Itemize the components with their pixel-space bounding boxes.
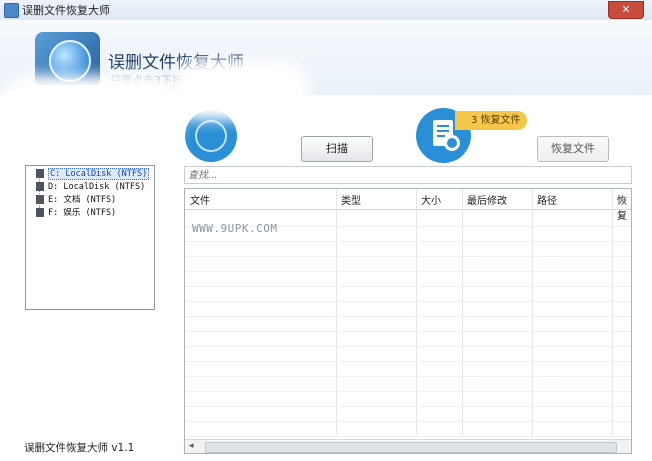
title-bar: 误删文件恢复大师 ✕ <box>0 0 652 21</box>
table-row-divider <box>185 241 631 242</box>
radar-icon <box>195 120 227 152</box>
column-header-recover[interactable]: 恢复 <box>617 192 631 222</box>
table-row-divider <box>185 331 631 332</box>
recover-button[interactable]: 恢复文件 <box>537 136 609 162</box>
table-row-divider <box>185 316 631 317</box>
drive-label: F: 娱乐 (NTFS) <box>48 208 117 218</box>
globe-icon <box>49 40 91 82</box>
app-header: 误删文件恢复大师 只需点击3下按钮，轻松恢复误删文件！ <box>0 20 652 95</box>
drive-label: C: LocalDisk (NTFS) <box>48 168 150 180</box>
recover-step-badge: 3 恢复文件 <box>455 111 527 130</box>
column-header-type[interactable]: 类型 <box>341 192 361 207</box>
drive-icon <box>36 182 44 191</box>
scrollbar-thumb[interactable] <box>205 442 617 453</box>
drive-icon <box>36 169 44 178</box>
column-header-modified[interactable]: 最后修改 <box>467 192 507 207</box>
table-row-divider <box>185 301 631 302</box>
file-table[interactable]: 文件 类型 大小 最后修改 路径 恢复 WWW.9UPK.COM ◂ <box>184 188 632 454</box>
table-row-divider <box>185 436 631 437</box>
column-header-file[interactable]: 文件 <box>190 192 210 207</box>
drive-tree[interactable]: C: LocalDisk (NTFS) D: LocalDisk (NTFS) … <box>25 165 155 310</box>
drive-label: D: LocalDisk (NTFS) <box>48 182 146 192</box>
obscured-region <box>10 85 170 145</box>
scroll-left-icon[interactable]: ◂ <box>189 441 194 451</box>
table-row-divider <box>185 286 631 287</box>
drive-item-e[interactable]: E: 文档 (NTFS) <box>36 194 116 206</box>
column-header-path[interactable]: 路径 <box>537 192 557 207</box>
table-row-divider <box>185 361 631 362</box>
close-icon: ✕ <box>621 3 631 16</box>
drive-icon <box>36 195 44 204</box>
magnifier-icon <box>444 135 460 151</box>
table-row-divider <box>185 421 631 422</box>
drive-icon <box>36 208 44 217</box>
horizontal-scrollbar[interactable]: ◂ <box>185 439 631 453</box>
app-logo <box>35 32 100 87</box>
version-label: 误删文件恢复大师 v1.1 <box>24 442 135 454</box>
obscured-region <box>180 70 300 110</box>
drive-item-c[interactable]: C: LocalDisk (NTFS) <box>36 168 150 180</box>
table-row-divider <box>185 406 631 407</box>
table-row-divider <box>185 271 631 272</box>
drive-label: E: 文档 (NTFS) <box>48 195 117 205</box>
scan-button[interactable]: 扫描 <box>301 136 373 162</box>
scan-step-icon <box>185 110 237 162</box>
drive-item-d[interactable]: D: LocalDisk (NTFS) <box>36 181 145 193</box>
table-row-divider <box>185 391 631 392</box>
watermark-text: WWW.9UPK.COM <box>192 222 278 235</box>
table-row-divider <box>185 346 631 347</box>
column-header-size[interactable]: 大小 <box>421 192 441 207</box>
table-row-divider <box>185 376 631 377</box>
window-title: 误删文件恢复大师 <box>22 4 110 17</box>
table-header: 文件 类型 大小 最后修改 路径 恢复 <box>185 189 631 222</box>
app-icon <box>4 3 19 18</box>
search-input[interactable]: 查找... <box>184 166 632 184</box>
drive-item-f[interactable]: F: 娱乐 (NTFS) <box>36 207 116 219</box>
close-button[interactable]: ✕ <box>608 1 644 19</box>
table-row-divider <box>185 256 631 257</box>
